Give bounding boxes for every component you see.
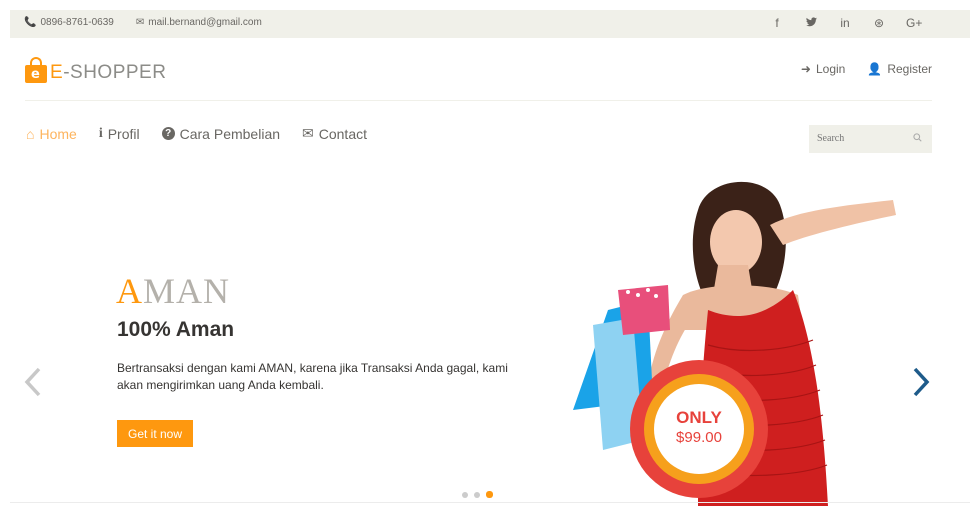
main-nav: ⌂ Home i Profil ? Cara Pembelian ✉ Conta…: [26, 125, 367, 142]
email-contact[interactable]: ✉ mail.bernand@gmail.com: [136, 17, 262, 28]
nav-label-cara-pembelian: Cara Pembelian: [179, 125, 281, 142]
slide-headline: AMAN: [116, 270, 230, 312]
phone-contact: 📞 0896-8761-0639: [24, 17, 114, 28]
badge-label: ONLY: [676, 408, 722, 427]
dribbble-icon[interactable]: ⊛: [872, 16, 886, 30]
envelope-icon: ✉: [135, 17, 145, 28]
shopping-bag-icon: e: [25, 57, 47, 83]
slider-next-arrow[interactable]: [912, 362, 930, 408]
slider-prev-arrow[interactable]: [24, 362, 42, 408]
slider-dot-active[interactable]: [486, 491, 493, 498]
logo-rest: -SHOPPER: [63, 62, 167, 83]
nav-item-cara-pembelian[interactable]: ? Cara Pembelian: [161, 125, 281, 142]
nav-label-profil: Profil: [107, 125, 140, 142]
nav-label-home: Home: [39, 125, 77, 142]
register-link[interactable]: 👤 Register: [867, 62, 932, 76]
slider-dot[interactable]: [474, 491, 480, 498]
slide-description: Bertransaksi dengan kami AMAN, karena ji…: [117, 361, 508, 392]
twitter-icon[interactable]: [804, 16, 818, 30]
logo-text: E-SHOPPER: [50, 62, 166, 84]
badge-price: $99.00: [676, 429, 722, 446]
google-plus-icon[interactable]: G+: [906, 16, 922, 30]
info-icon: i: [98, 125, 103, 141]
site-logo[interactable]: e E-SHOPPER: [25, 56, 166, 84]
contact-info: 📞 0896-8761-0639 ✉ mail.bernand@gmail.co…: [24, 17, 262, 28]
login-link[interactable]: ➜ Login: [801, 62, 845, 76]
login-label: Login: [815, 62, 846, 76]
slider-dot[interactable]: [462, 491, 468, 498]
phone-number: 0896-8761-0639: [40, 17, 114, 28]
linkedin-icon[interactable]: in: [838, 16, 852, 30]
social-links: f in ⊛ G+: [770, 16, 922, 30]
phone-icon: 📞: [24, 17, 37, 28]
nav-item-contact[interactable]: ✉ Contact: [302, 125, 367, 142]
user-plus-icon: 👤: [867, 62, 883, 76]
slider-indicators: [462, 491, 493, 498]
slider-bottom-border: [10, 502, 970, 503]
header-divider: [25, 100, 932, 101]
account-links: ➜ Login 👤 Register: [801, 62, 932, 76]
headline-first-letter: A: [116, 271, 143, 311]
nav-item-profil[interactable]: i Profil: [99, 125, 140, 142]
email-address[interactable]: mail.bernand@gmail.com: [148, 17, 262, 28]
home-icon: ⌂: [26, 125, 35, 142]
sign-in-icon: ➜: [800, 62, 811, 76]
envelope-icon: ✉: [302, 125, 314, 141]
slide-subheadline: 100% Aman: [117, 318, 235, 341]
register-label: Register: [887, 62, 932, 76]
nav-label-contact: Contact: [318, 125, 367, 142]
question-icon: ?: [161, 127, 175, 140]
search-icon[interactable]: [913, 133, 922, 145]
logo-first-letter: E: [50, 62, 64, 83]
search-input[interactable]: Search: [809, 125, 932, 153]
facebook-icon[interactable]: f: [770, 16, 784, 30]
nav-item-home[interactable]: ⌂ Home: [26, 125, 77, 142]
search-placeholder: Search: [817, 133, 845, 144]
get-it-now-button[interactable]: Get it now: [117, 420, 193, 447]
headline-rest: MAN: [143, 271, 231, 311]
price-badge: ONLY $99.00: [630, 360, 768, 498]
top-bar: 📞 0896-8761-0639 ✉ mail.bernand@gmail.co…: [10, 10, 970, 38]
